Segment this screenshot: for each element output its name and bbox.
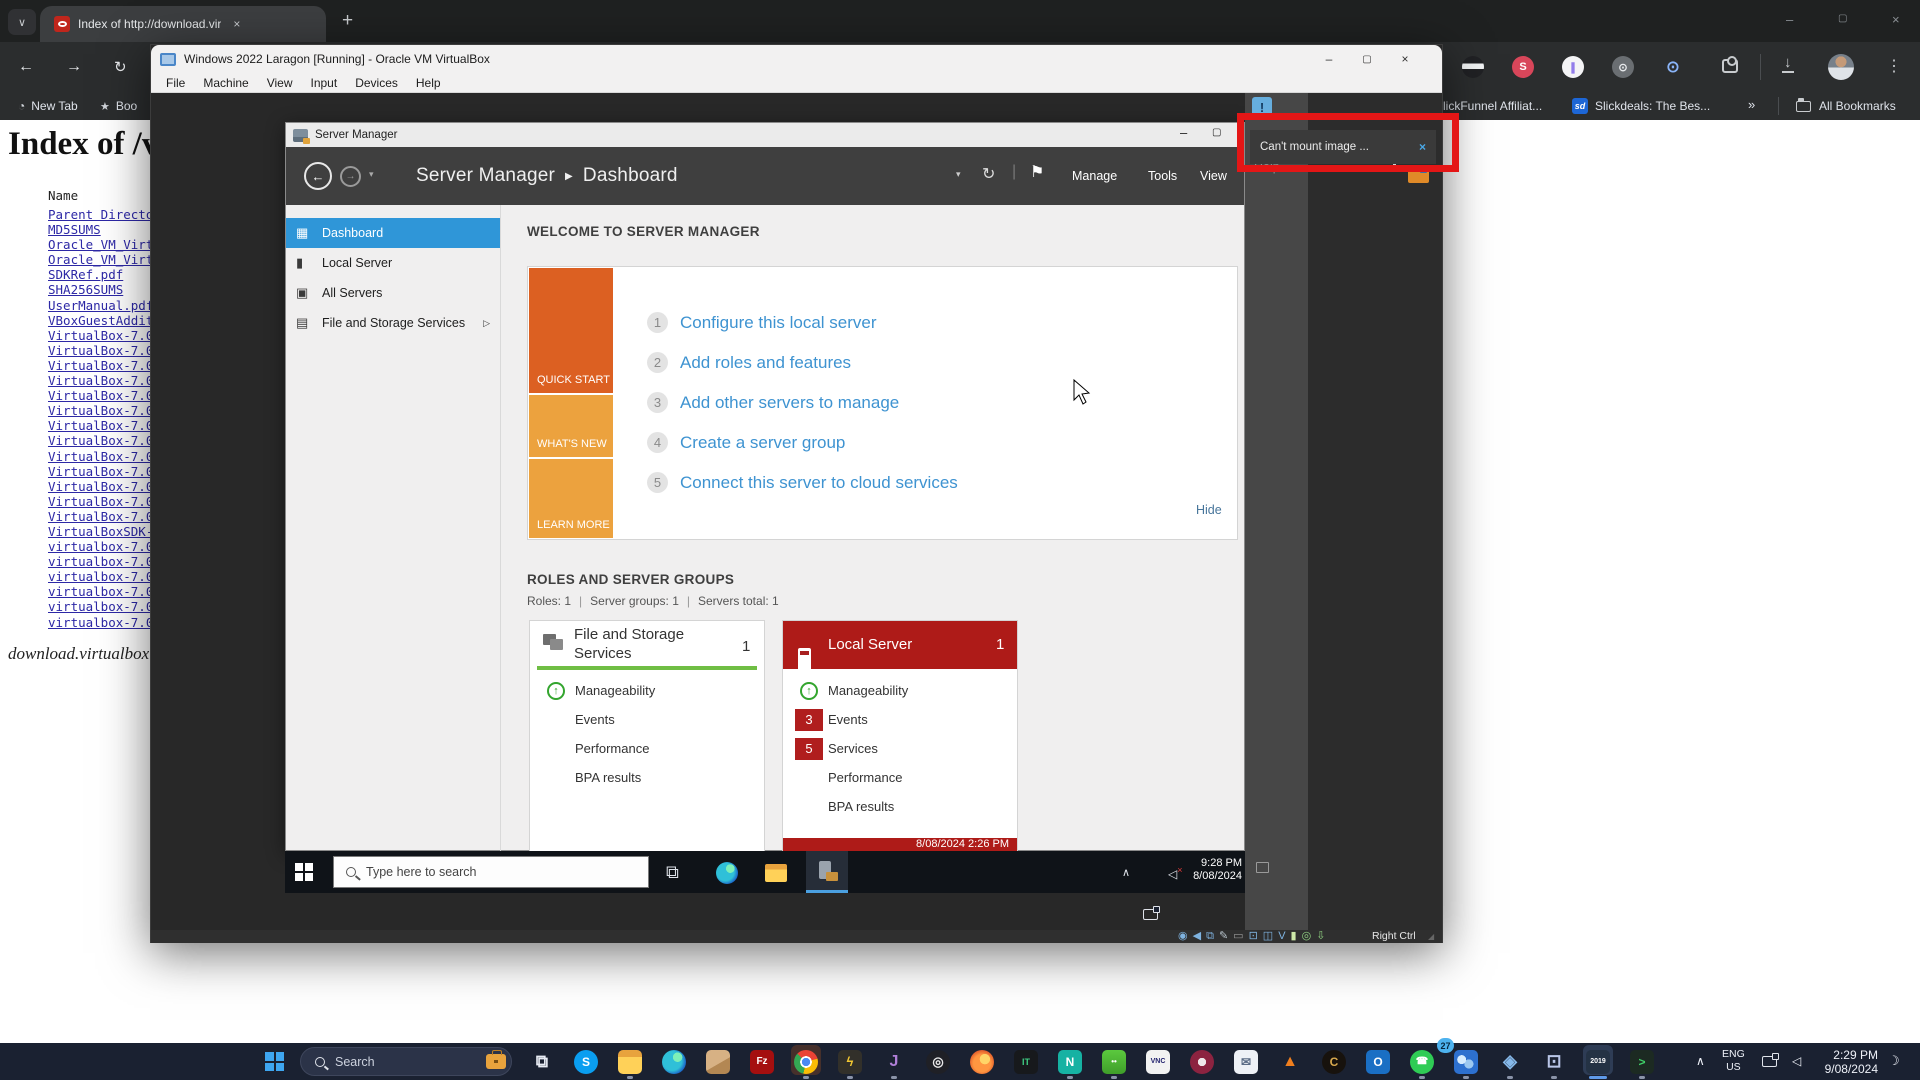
- app-icon: >: [1630, 1050, 1654, 1074]
- host-taskbar: Search ⧉ S: [0, 0, 1920, 1080]
- tray-caret-icon[interactable]: ∧: [1696, 1054, 1705, 1068]
- running-indicator: [1551, 1076, 1557, 1079]
- running-indicator: [1419, 1076, 1425, 1079]
- app-icon: ⊡: [1542, 1050, 1566, 1074]
- app-icon: [662, 1050, 686, 1074]
- app-icon: [794, 1050, 818, 1074]
- taskbar-app-button[interactable]: S: [564, 1043, 608, 1080]
- app-icon: [1190, 1050, 1214, 1074]
- app-icon: 2019: [1586, 1050, 1610, 1074]
- taskbar-app-button[interactable]: ✉: [1224, 1043, 1268, 1080]
- search-icon: [315, 1057, 325, 1067]
- running-indicator: [1111, 1076, 1117, 1079]
- taskbar-app-button[interactable]: 27: [1444, 1043, 1488, 1080]
- app-icon: ◎: [926, 1050, 950, 1074]
- host-search-label: Search: [335, 1055, 375, 1069]
- taskbar-app-button[interactable]: IT: [1004, 1043, 1048, 1080]
- app-icon: ⧉: [530, 1050, 554, 1074]
- running-indicator: [891, 1076, 897, 1079]
- taskbar-app-button[interactable]: Fz: [740, 1043, 784, 1080]
- running-indicator: [1067, 1076, 1073, 1079]
- running-indicator: [1507, 1076, 1513, 1079]
- taskbar-app-button[interactable]: ϟ: [828, 1043, 872, 1080]
- taskbar-app-button[interactable]: J: [872, 1043, 916, 1080]
- app-icon: ϟ: [838, 1050, 862, 1074]
- taskbar-app-button[interactable]: C: [1312, 1043, 1356, 1080]
- running-indicator: [847, 1076, 853, 1079]
- host-search-input[interactable]: Search: [300, 1047, 512, 1076]
- notification-badge: 27: [1437, 1038, 1454, 1053]
- taskbar-app-button[interactable]: [784, 1043, 828, 1080]
- running-indicator: [627, 1076, 633, 1079]
- focus-assist-moon-icon[interactable]: ☽: [1888, 1053, 1900, 1069]
- network-tray-icon[interactable]: [1762, 1056, 1777, 1067]
- app-icon: IT: [1014, 1050, 1038, 1074]
- app-icon: [970, 1050, 994, 1074]
- host-clock[interactable]: 2:29 PM 9/08/2024: [1812, 1048, 1878, 1076]
- screen: ∨ Index of http://download.vir × + – ▢ ×…: [0, 0, 1920, 1080]
- app-icon: O: [1366, 1050, 1390, 1074]
- taskbar-app-button[interactable]: O: [1356, 1043, 1400, 1080]
- taskbar-app-button[interactable]: ◎: [916, 1043, 960, 1080]
- app-icon: Fz: [750, 1050, 774, 1074]
- taskbar-app-button[interactable]: ⊡: [1532, 1043, 1576, 1080]
- taskbar-app-button[interactable]: VNC: [1136, 1043, 1180, 1080]
- app-icon: ••: [1102, 1050, 1126, 1074]
- app-icon: VNC: [1146, 1050, 1170, 1074]
- app-icon: C: [1322, 1050, 1346, 1074]
- app-icon: ☎: [1410, 1050, 1434, 1074]
- speaker-tray-icon[interactable]: ◁: [1792, 1054, 1801, 1068]
- host-date: 9/08/2024: [1812, 1062, 1878, 1076]
- taskbar-app-button[interactable]: ⧉: [520, 1043, 564, 1080]
- taskbar-app-button[interactable]: [960, 1043, 1004, 1080]
- taskbar-app-button[interactable]: [1180, 1043, 1224, 1080]
- taskbar-app-button[interactable]: 2019: [1576, 1043, 1620, 1080]
- host-start-button[interactable]: [265, 1052, 284, 1071]
- language-line2: US: [1722, 1061, 1745, 1074]
- app-icon: [618, 1050, 642, 1074]
- search-highlight-briefcase-icon: [486, 1054, 506, 1069]
- app-icon: [706, 1050, 730, 1074]
- taskbar-app-button[interactable]: ▲: [1268, 1043, 1312, 1080]
- taskbar-app-button[interactable]: [696, 1043, 740, 1080]
- language-line1: ENG: [1722, 1048, 1745, 1061]
- host-taskbar-apps: ⧉ S: [520, 1043, 1664, 1080]
- running-indicator: [1639, 1076, 1645, 1079]
- taskbar-app-button[interactable]: ••: [1092, 1043, 1136, 1080]
- running-indicator: [1463, 1076, 1469, 1079]
- taskbar-app-button[interactable]: ◈: [1488, 1043, 1532, 1080]
- taskbar-app-button[interactable]: >: [1620, 1043, 1664, 1080]
- app-icon: ▲: [1278, 1050, 1302, 1074]
- app-icon: N: [1058, 1050, 1082, 1074]
- host-time: 2:29 PM: [1812, 1048, 1878, 1062]
- active-indicator: [1589, 1076, 1607, 1079]
- app-icon: J: [882, 1050, 906, 1074]
- app-icon: ✉: [1234, 1050, 1258, 1074]
- taskbar-app-button[interactable]: N: [1048, 1043, 1092, 1080]
- taskbar-app-button[interactable]: [608, 1043, 652, 1080]
- app-icon: S: [574, 1050, 598, 1074]
- app-icon: [1454, 1050, 1478, 1074]
- taskbar-app-button[interactable]: [652, 1043, 696, 1080]
- running-indicator: [803, 1076, 809, 1079]
- app-icon: ◈: [1498, 1050, 1522, 1074]
- language-indicator[interactable]: ENG US: [1722, 1048, 1745, 1074]
